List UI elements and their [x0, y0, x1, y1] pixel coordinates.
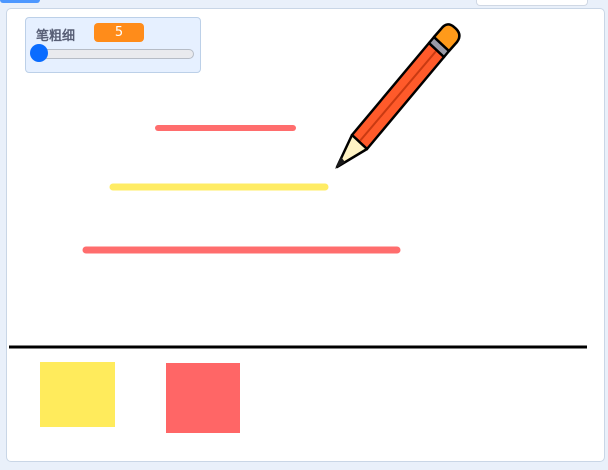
stage-canvas: [9, 23, 587, 433]
pen-size-slider-thumb[interactable]: [30, 44, 48, 62]
color-swatch-yellow[interactable]: [40, 362, 115, 427]
variable-monitor-pen-size: 笔粗细 5: [25, 17, 201, 73]
pen-size-slider-track[interactable]: [36, 49, 194, 59]
monitor-label: 笔粗细: [36, 29, 76, 44]
pencil-icon[interactable]: [335, 23, 461, 169]
color-swatch-red[interactable]: [166, 363, 240, 433]
monitor-value: 5: [94, 23, 144, 42]
stage[interactable]: 笔粗细 5: [6, 8, 605, 462]
tab-indicator: [0, 0, 40, 3]
tab-edge: [476, 0, 588, 6]
